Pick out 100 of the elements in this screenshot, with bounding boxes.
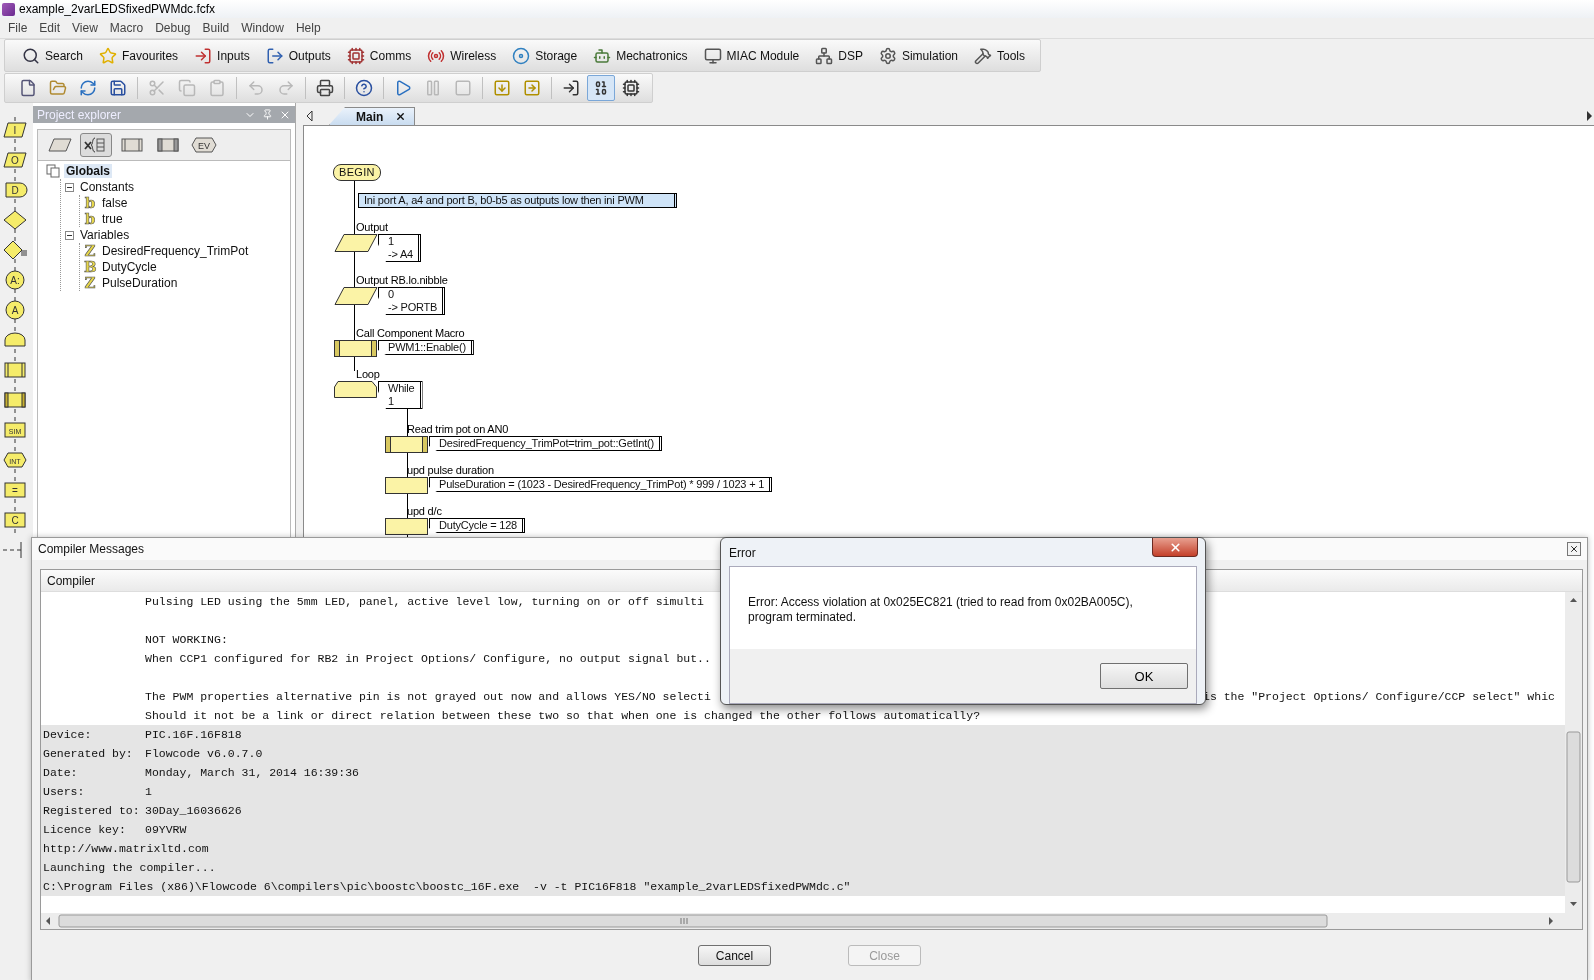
macro-shape	[385, 436, 429, 454]
info-label: Licence key:	[43, 822, 127, 838]
help-icon	[355, 78, 373, 97]
step-annotation: DesiredFrequency_TrimPot=trim_pot::GetInt()	[429, 436, 663, 451]
toolbar-button[interactable]: Tools	[967, 42, 1032, 69]
binary-button[interactable]	[587, 74, 615, 101]
message-line: C:\Program Files (x86)\Flowcode 6\compilers\pic\boostc\boostc_16F.exe -v -t PIC16F818 "example_2varLEDSfixedPWMdc.c"	[43, 879, 851, 895]
file-icon	[19, 78, 37, 97]
output-tool[interactable]: O	[1, 145, 29, 175]
dialog-title: Error	[729, 546, 757, 560]
tree-item[interactable]: PulseDuration	[100, 276, 180, 290]
app-icon	[2, 2, 15, 16]
decision-tool[interactable]	[1, 205, 29, 235]
close-button[interactable]	[1152, 538, 1198, 557]
macro-icon	[120, 136, 144, 154]
step-label: Loop	[356, 368, 380, 380]
tree-item[interactable]: Constants	[78, 180, 137, 194]
scroll-right-icon[interactable]	[1584, 110, 1594, 122]
connection-point-tool[interactable]: A:	[1, 265, 29, 295]
collapse-toggle[interactable]	[65, 230, 74, 240]
info-label: Users:	[43, 784, 86, 800]
loop-symbol-icon	[2, 327, 28, 353]
menu-item[interactable]: Edit	[33, 21, 67, 35]
message-line: http://www.matrixltd.com	[43, 841, 209, 857]
input-tool[interactable]: I	[1, 115, 29, 145]
type-glyph: B	[84, 259, 96, 275]
toolbar-button[interactable]: Favourites	[92, 42, 186, 69]
step-annotation: PulseDuration = (1023 - DesiredFrequency_TrimPot) * 999 / 1023 + 1	[429, 477, 773, 492]
scissors-icon	[148, 78, 166, 97]
editor-tab[interactable]: Main	[329, 107, 416, 125]
tree-item[interactable]: true	[100, 212, 125, 226]
calculation-tool[interactable]: =	[1, 475, 29, 505]
tree-item[interactable]: Globals	[64, 164, 112, 178]
loop-shape	[334, 381, 378, 399]
play-icon	[394, 78, 412, 97]
chip-icon	[346, 46, 365, 65]
explorer-tab[interactable]	[80, 133, 112, 157]
step-annotation: 1 -> A4	[378, 234, 421, 262]
macro-tool[interactable]	[1, 355, 29, 385]
macro-symbol-icon	[2, 357, 28, 383]
menu-item[interactable]: Debug	[149, 21, 197, 35]
scroll-left-icon[interactable]	[305, 110, 315, 122]
comment-note: Ini port A, a4 and port B, b0-b5 as outputs low then ini PWM	[358, 193, 677, 208]
toolbar-button[interactable]: DSP	[808, 42, 870, 69]
arrow-in-icon	[562, 78, 580, 97]
component-macro-icon	[156, 136, 180, 154]
toolbar-button[interactable]: Outputs	[258, 42, 338, 69]
dialog-button[interactable]: Cancel	[698, 945, 771, 966]
menu-item[interactable]: File	[2, 21, 34, 35]
info-value: 30Day_16036626	[145, 803, 242, 819]
component-macro-symbol-icon	[2, 387, 28, 413]
copy-icon	[178, 78, 196, 97]
step-label: upd pulse duration	[407, 464, 494, 476]
info-value: 09YVRW	[145, 822, 187, 838]
tree-item[interactable]: DutyCycle	[100, 260, 159, 274]
message-line: Launching the compiler...	[43, 860, 216, 876]
undo-icon	[247, 78, 265, 97]
info-value: 1	[145, 784, 152, 800]
toolbar-button[interactable]: MIAC Module	[696, 42, 807, 69]
close-button[interactable]	[1567, 542, 1581, 556]
info-label: Registered to:	[43, 803, 141, 819]
macro-shape	[334, 340, 378, 358]
close-icon[interactable]	[395, 111, 407, 122]
step-annotation: While 1	[378, 381, 423, 409]
component-macro-tool[interactable]	[1, 385, 29, 415]
menu-item[interactable]: Build	[196, 21, 236, 35]
monitor-icon	[703, 46, 722, 65]
toolbar-button[interactable]: Simulation	[871, 42, 965, 69]
step-label: Read trim pot on AN0	[407, 423, 509, 435]
message-line: Pulsing LED using the 5mm LED, panel, active level low, turning on or off simulti	[145, 594, 704, 610]
menu-item[interactable]: Macro	[103, 21, 150, 35]
toolbar-button[interactable]: Comms	[339, 42, 419, 69]
info-value: Monday, March 31, 2014 16:39:36	[145, 765, 359, 781]
toolbar-button[interactable]: Wireless	[420, 42, 504, 69]
switch-symbol-icon	[2, 237, 28, 263]
star-icon	[99, 46, 118, 65]
tree-item[interactable]: Variables	[78, 228, 132, 242]
menu-item[interactable]: Help	[289, 21, 327, 35]
pause-icon	[424, 78, 442, 97]
toolbar-button[interactable]: Inputs	[187, 42, 257, 69]
menu-item[interactable]: View	[66, 21, 104, 35]
menu-item[interactable]: Window	[235, 21, 290, 35]
hammer-icon	[974, 46, 992, 65]
toolbar-button[interactable]: Mechatronics	[586, 42, 695, 69]
clipboard-icon	[208, 78, 226, 97]
goto-tool[interactable]: A	[1, 295, 29, 325]
loop-tool[interactable]	[1, 325, 29, 355]
collapse-toggle[interactable]	[65, 182, 74, 192]
delay-tool[interactable]: D	[1, 175, 29, 205]
ok-button[interactable]: OK	[1100, 663, 1188, 689]
code-tool[interactable]: C	[1, 505, 29, 535]
switch-tool[interactable]	[1, 235, 29, 265]
tree-item[interactable]: false	[100, 196, 130, 210]
type-glyph: b	[84, 195, 96, 211]
toolbar-button[interactable]: Storage	[505, 42, 585, 69]
toolbar-button[interactable]: Search	[15, 42, 91, 69]
arrow-in-icon	[194, 46, 213, 65]
message-line: The PWM properties alternative pin is not grayed out now and allows YES/NO selecti	[145, 690, 711, 703]
tree-item[interactable]: DesiredFrequency_TrimPot	[100, 244, 251, 258]
message-line: When CCP1 configured for RB2 in Project Options/ Configure, no output signal but..	[145, 651, 711, 667]
